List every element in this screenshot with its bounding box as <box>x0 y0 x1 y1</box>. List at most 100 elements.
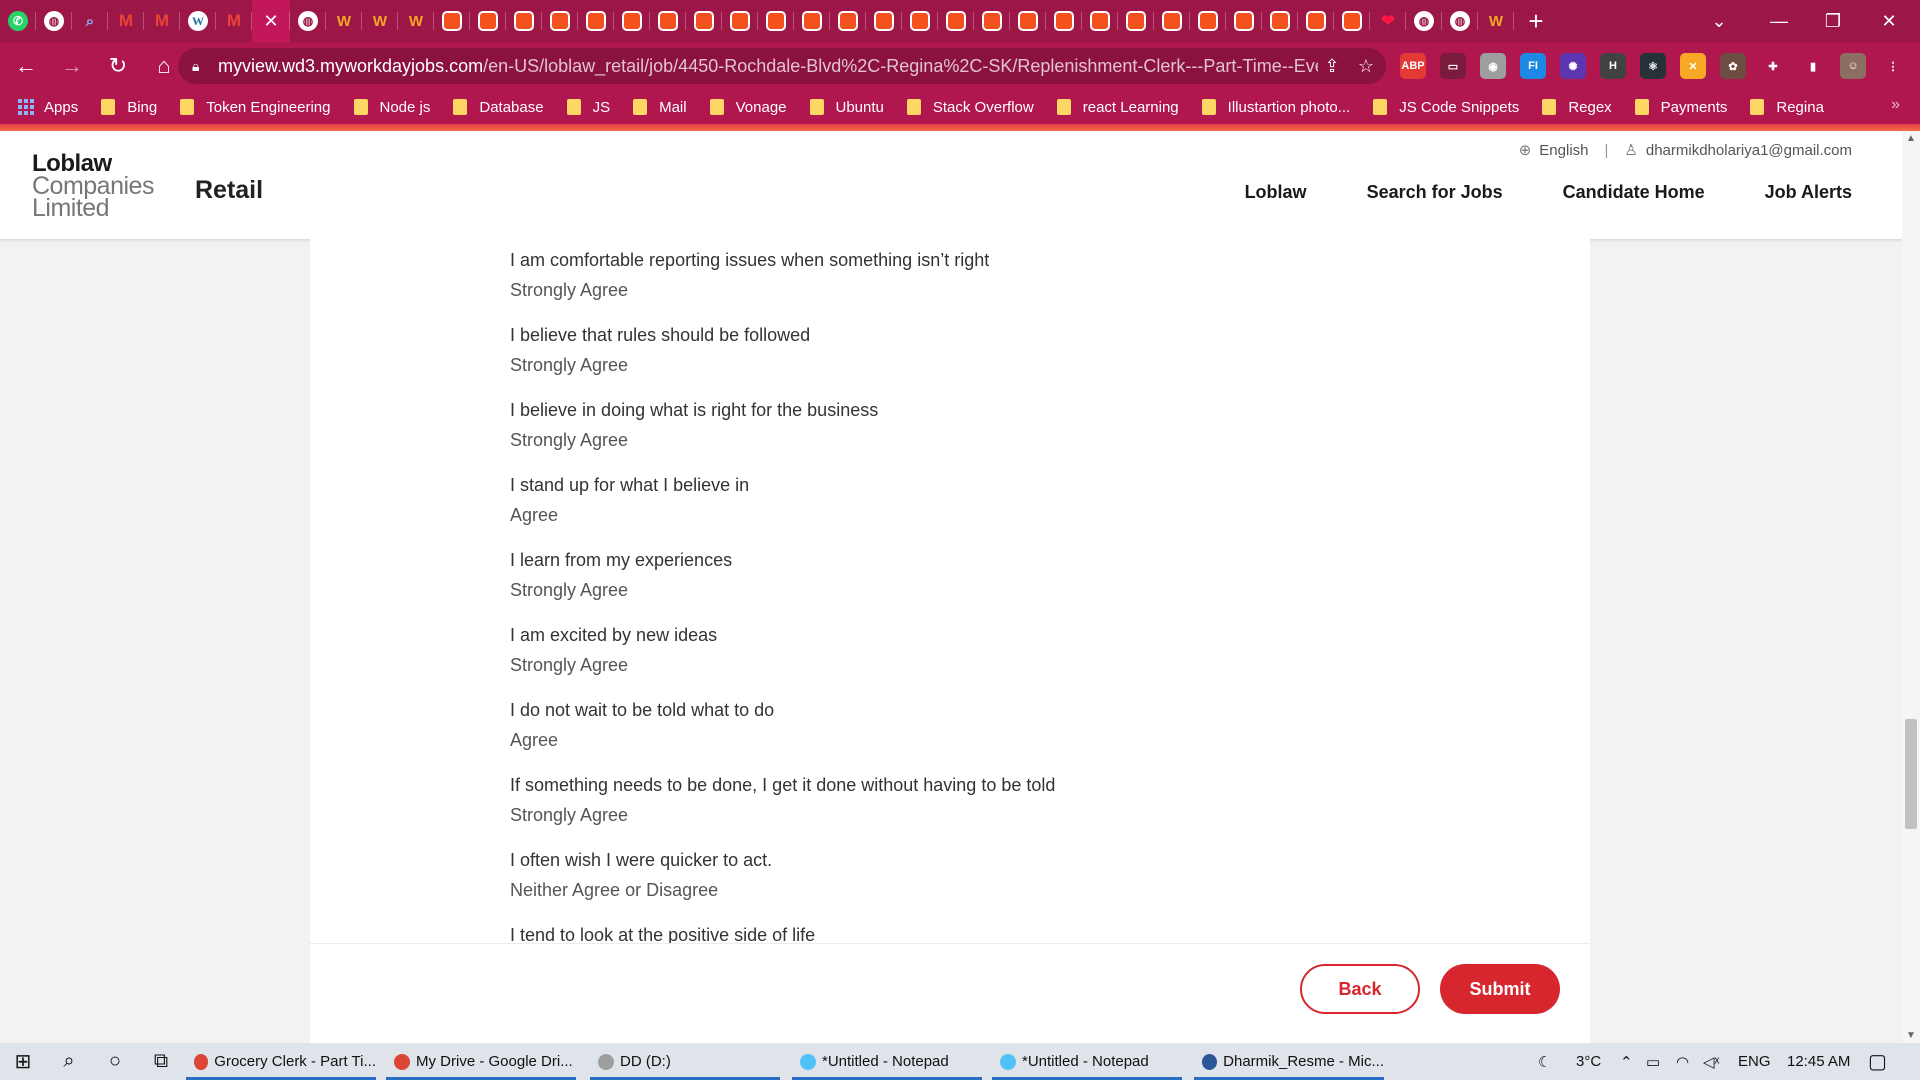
bookmark-item[interactable]: Regex <box>1542 99 1612 116</box>
more-bookmarks-icon[interactable]: » <box>1891 96 1900 114</box>
browser-tab[interactable] <box>722 0 758 42</box>
scroll-up-arrow-icon[interactable]: ▲ <box>1906 133 1916 144</box>
browser-tab[interactable]: ✆ <box>0 0 36 42</box>
browser-tab[interactable] <box>470 0 506 42</box>
tab-search-chevron-icon[interactable]: ⌄ <box>1696 0 1742 42</box>
color-picker-icon[interactable]: ✺ <box>1560 53 1586 79</box>
nav-loblaw[interactable]: Loblaw <box>1245 182 1307 203</box>
browser-tab[interactable] <box>1226 0 1262 42</box>
bookmark-item[interactable]: Node js <box>353 99 430 116</box>
close-window-icon[interactable]: ✕ <box>1866 0 1912 42</box>
battery-icon[interactable]: ▭ <box>1646 1043 1660 1080</box>
browser-tab[interactable] <box>974 0 1010 42</box>
restore-icon[interactable]: ❐ <box>1810 0 1856 42</box>
browser-tab[interactable] <box>1298 0 1334 42</box>
taskbar-app-button[interactable]: DD (D:) <box>590 1043 780 1080</box>
puzzle-icon[interactable]: ✚ <box>1760 53 1786 79</box>
react-devtools-icon[interactable]: ⚛ <box>1640 53 1666 79</box>
page-scrollbar[interactable]: ▲ ▼ <box>1902 131 1920 1043</box>
browser-tab[interactable] <box>1046 0 1082 42</box>
browser-tab[interactable] <box>1154 0 1190 42</box>
forward-arrow-icon[interactable]: → <box>52 46 92 86</box>
taskbar-app-button[interactable]: *Untitled - Notepad <box>992 1043 1182 1080</box>
clock[interactable]: 12:45 AM <box>1787 1043 1850 1080</box>
bookmark-item[interactable]: Ubuntu <box>809 99 884 116</box>
taskbar-app-button[interactable]: *Untitled - Notepad <box>792 1043 982 1080</box>
back-arrow-icon[interactable]: ← <box>6 46 46 86</box>
screen-capture-icon[interactable]: ▭ <box>1440 53 1466 79</box>
bookmark-apps[interactable]: Apps <box>18 99 78 116</box>
nav-candidate-home[interactable]: Candidate Home <box>1563 182 1705 203</box>
browser-tab[interactable] <box>902 0 938 42</box>
address-bar[interactable]: 🔒︎ myview.wd3.myworkdayjobs.com /en-US/l… <box>178 48 1386 84</box>
task-view-icon[interactable]: ⧉ <box>138 1043 184 1080</box>
bookmark-item[interactable]: Stack Overflow <box>906 99 1034 116</box>
browser-tab[interactable] <box>650 0 686 42</box>
windows-start-icon[interactable]: ⊞ <box>0 1043 46 1080</box>
tray-chevron-icon[interactable]: ⌃ <box>1620 1043 1633 1080</box>
browser-tab[interactable] <box>1010 0 1046 42</box>
user-account-menu[interactable]: dharmikdholariya1@gmail.com <box>1646 142 1852 159</box>
wifi-icon[interactable]: ◠ <box>1676 1043 1689 1080</box>
browser-tab[interactable] <box>506 0 542 42</box>
reload-icon[interactable]: ↻ <box>98 46 138 86</box>
browser-tab[interactable]: W <box>326 0 362 42</box>
scroll-down-arrow-icon[interactable]: ▼ <box>1906 1030 1916 1041</box>
browser-tab[interactable] <box>434 0 470 42</box>
temperature[interactable]: 3°C <box>1576 1043 1601 1080</box>
browser-tab[interactable]: M <box>144 0 180 42</box>
x-extension-icon[interactable]: ✕ <box>1680 53 1706 79</box>
nav-search-for-jobs[interactable]: Search for Jobs <box>1367 182 1503 203</box>
cortana-icon[interactable]: ○ <box>92 1043 138 1080</box>
notification-icon[interactable]: ▢ <box>1868 1043 1887 1080</box>
browser-tab[interactable] <box>1262 0 1298 42</box>
fi-extension-icon[interactable]: FI <box>1520 53 1546 79</box>
browser-tab[interactable]: ◍ <box>290 0 326 42</box>
browser-tab[interactable] <box>866 0 902 42</box>
browser-tab[interactable]: M <box>216 0 252 42</box>
weather-moon-icon[interactable]: ☾ <box>1538 1043 1551 1080</box>
loblaw-logo[interactable]: Loblaw Companies Limited <box>32 152 154 221</box>
browser-tab[interactable] <box>1334 0 1370 42</box>
taskbar-app-button[interactable]: Dharmik_Resme - Mic... <box>1194 1043 1384 1080</box>
new-tab-icon[interactable]: + <box>1514 6 1558 37</box>
browser-tab[interactable] <box>938 0 974 42</box>
minimize-icon[interactable]: — <box>1756 0 1802 42</box>
browser-tab[interactable] <box>1118 0 1154 42</box>
bookmark-item[interactable]: JS Code Snippets <box>1373 99 1519 116</box>
browser-tab[interactable]: ✕ <box>252 0 290 42</box>
volume-muted-icon[interactable]: ◁ˣ <box>1703 1043 1719 1080</box>
camera-icon[interactable]: ◉ <box>1480 53 1506 79</box>
nav-job-alerts[interactable]: Job Alerts <box>1765 182 1852 203</box>
sidepanel-icon[interactable]: ▮ <box>1800 53 1826 79</box>
language-selector[interactable]: English <box>1539 142 1588 159</box>
bookmark-item[interactable]: react Learning <box>1056 99 1179 116</box>
bookmark-item[interactable]: Mail <box>633 99 687 116</box>
profile-avatar-icon[interactable]: ☺ <box>1840 53 1866 79</box>
bookmark-item[interactable]: Vonage <box>709 99 787 116</box>
bookmark-item[interactable]: Payments <box>1634 99 1727 116</box>
bookmark-item[interactable]: Bing <box>101 99 157 116</box>
h-extension-icon[interactable]: H <box>1600 53 1626 79</box>
adblock-icon[interactable]: ABP <box>1400 53 1426 79</box>
bookmark-item[interactable]: Database <box>453 99 544 116</box>
bookmark-item[interactable]: Regina <box>1750 99 1824 116</box>
browser-tab[interactable]: ◍ <box>1406 0 1442 42</box>
browser-tab[interactable] <box>686 0 722 42</box>
browser-tab[interactable]: W <box>180 0 216 42</box>
browser-tab[interactable]: ❤ <box>1370 0 1406 42</box>
input-language[interactable]: ENG <box>1738 1043 1771 1080</box>
menu-kebab-icon[interactable]: ⋮ <box>1880 53 1906 79</box>
browser-tab[interactable] <box>830 0 866 42</box>
bookmark-star-icon[interactable]: ☆ <box>1354 56 1378 77</box>
browser-tab[interactable] <box>1190 0 1226 42</box>
close-icon[interactable]: ✕ <box>263 11 278 32</box>
browser-tab[interactable]: ◍ <box>36 0 72 42</box>
browser-tab[interactable]: ⌕ <box>72 0 108 42</box>
browser-tab[interactable] <box>614 0 650 42</box>
browser-tab[interactable] <box>794 0 830 42</box>
browser-tab[interactable]: W <box>1478 0 1514 42</box>
browser-tab[interactable] <box>542 0 578 42</box>
leaf-extension-icon[interactable]: ✿ <box>1720 53 1746 79</box>
lock-icon[interactable]: 🔒︎ <box>192 58 210 75</box>
